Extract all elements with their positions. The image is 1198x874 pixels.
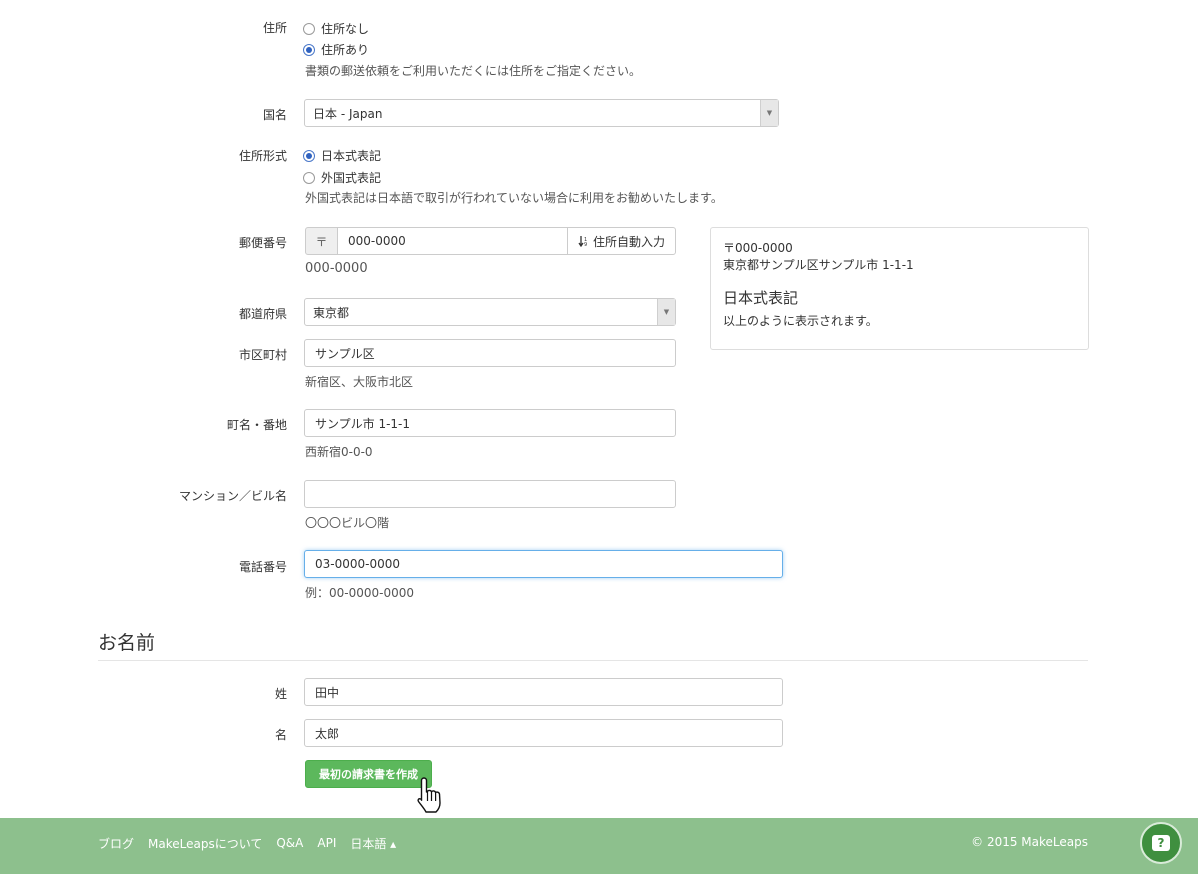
prefecture-label: 都道府県	[238, 307, 287, 321]
last-name-label: 姓	[274, 687, 287, 701]
svg-text:9: 9	[584, 242, 587, 247]
address-option-none-label: 住所なし	[321, 22, 370, 36]
address-label: 住所	[262, 21, 287, 35]
city-help: 新宿区、大阪市北区	[305, 375, 414, 389]
footer-links: ブログ MakeLeapsについて Q&A API 日本語 ▴	[98, 818, 396, 868]
first-name-input[interactable]: 太郎	[304, 719, 783, 747]
address-option-yes[interactable]: 住所あり	[303, 41, 369, 58]
address-format-foreign-label: 外国式表記	[321, 171, 382, 185]
radio-unchecked-icon[interactable]	[303, 22, 315, 35]
prefecture-select-value: 東京都	[313, 305, 350, 320]
preview-format-title: 日本式表記	[723, 289, 799, 307]
preview-address: 東京都サンプル区サンプル市 1-1-1	[723, 258, 914, 272]
address-preview: 〒000-0000 東京都サンプル区サンプル市 1-1-1 日本式表記 以上のよ…	[710, 227, 1089, 350]
help-button[interactable]: ?	[1140, 822, 1182, 864]
first-name-label: 名	[274, 728, 287, 742]
postal-label: 郵便番号	[238, 236, 287, 250]
street-label: 町名・番地	[226, 418, 287, 432]
footer-link-api[interactable]: API	[317, 836, 336, 850]
create-first-invoice-button[interactable]: 最初の請求書を作成	[305, 760, 432, 788]
radio-checked-icon[interactable]	[303, 149, 315, 162]
sort-icon: 1 9	[578, 236, 587, 247]
postal-input[interactable]: 000-0000	[337, 227, 568, 255]
address-format-japanese-label: 日本式表記	[321, 149, 382, 163]
city-label: 市区町村	[238, 348, 287, 362]
building-label: マンション／ビル名	[178, 489, 287, 503]
chevron-down-icon[interactable]: ▼	[760, 100, 778, 126]
footer-link-about[interactable]: MakeLeapsについて	[148, 835, 262, 852]
hand-cursor-icon	[417, 777, 441, 813]
building-input[interactable]	[304, 480, 676, 508]
phone-input[interactable]: 03-0000-0000	[304, 550, 783, 578]
footer-link-qa[interactable]: Q&A	[276, 836, 303, 850]
country-select-value: 日本 - Japan	[313, 106, 383, 121]
footer-link-blog[interactable]: ブログ	[98, 835, 134, 852]
footer-language-selector[interactable]: 日本語 ▴	[350, 835, 396, 852]
postal-autofill-button[interactable]: 1 9 住所自動入力	[567, 227, 676, 255]
radio-unchecked-icon[interactable]	[303, 171, 315, 184]
prefecture-select[interactable]: 東京都 ▼	[304, 298, 676, 326]
street-help: 西新宿0-0-0	[305, 445, 373, 459]
address-format-help: 外国式表記は日本語で取引が行われていない場合に利用をお勧めいたします。	[305, 191, 723, 205]
footer-copyright: © 2015 MakeLeaps	[971, 835, 1088, 849]
radio-checked-icon[interactable]	[303, 43, 315, 56]
help-icon: ?	[1152, 835, 1170, 851]
postal-prefix: 〒	[305, 227, 338, 255]
phone-label: 電話番号	[238, 560, 287, 574]
postal-autofill-label: 住所自動入力	[592, 234, 665, 249]
address-format-foreign[interactable]: 外国式表記	[303, 169, 381, 186]
building-help: 〇〇〇ビル〇階	[305, 516, 390, 530]
address-format-japanese[interactable]: 日本式表記	[303, 147, 381, 164]
address-option-none[interactable]: 住所なし	[303, 20, 369, 37]
address-option-yes-label: 住所あり	[321, 43, 370, 57]
name-section-title: お名前	[98, 632, 156, 654]
postal-help: 000-0000	[305, 261, 368, 276]
address-format-label: 住所形式	[238, 149, 287, 163]
address-help: 書類の郵送依頼をご利用いただくには住所をご指定ください。	[305, 64, 642, 78]
country-select[interactable]: 日本 - Japan ▼	[304, 99, 779, 127]
city-input[interactable]: サンプル区	[304, 339, 676, 367]
country-label: 国名	[262, 108, 287, 122]
last-name-input[interactable]: 田中	[304, 678, 783, 706]
street-input[interactable]: サンプル市 1-1-1	[304, 409, 676, 437]
section-divider	[98, 660, 1088, 661]
footer: ブログ MakeLeapsについて Q&A API 日本語 ▴ © 2015 M…	[0, 818, 1198, 874]
chevron-down-icon[interactable]: ▼	[657, 299, 675, 325]
phone-help: 例：00-0000-0000	[305, 586, 415, 600]
preview-postal: 〒000-0000	[723, 241, 793, 255]
preview-note: 以上のように表示されます。	[723, 314, 878, 328]
